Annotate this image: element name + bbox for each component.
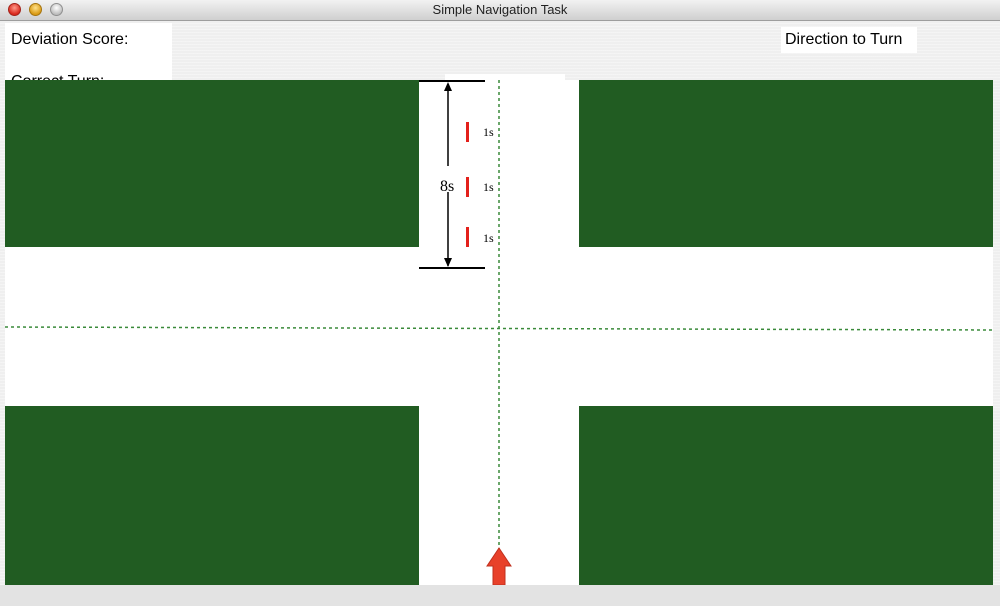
timing-marker-label: 1s (483, 231, 494, 245)
timing-marker (466, 227, 469, 247)
app-window: Simple Navigation Task Deviation Score: … (0, 0, 1000, 606)
timing-marker (466, 122, 469, 142)
duration-arrowhead-down (444, 258, 452, 267)
map-overlay: 8s 1s 1s 1s (5, 80, 993, 586)
timing-marker-label: 1s (483, 125, 494, 139)
duration-arrowhead-up (444, 82, 452, 91)
title-bar[interactable]: Simple Navigation Task (0, 0, 1000, 21)
vehicle-arrow-icon (486, 547, 512, 586)
direction-to-turn-label: Direction to Turn (785, 31, 903, 48)
deviation-score-label: Deviation Score: (11, 31, 129, 48)
window-bottom-edge (0, 585, 1000, 606)
timing-marker-label: 1s (483, 180, 494, 194)
window-title: Simple Navigation Task (432, 2, 568, 17)
direction-panel: Direction to Turn (781, 27, 917, 53)
total-duration-label: 8s (440, 178, 454, 195)
timing-marker (466, 177, 469, 197)
